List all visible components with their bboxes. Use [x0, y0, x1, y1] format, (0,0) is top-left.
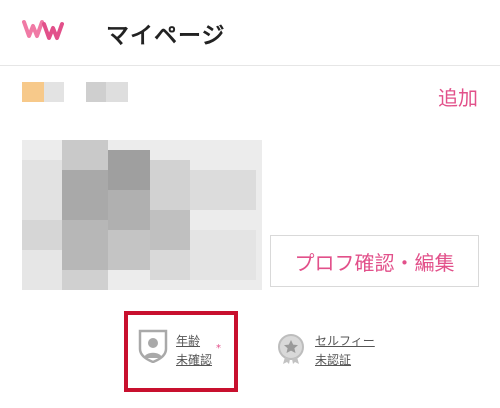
mosaic-cell [62, 140, 108, 170]
mosaic-cell [22, 82, 44, 102]
mosaic-cell [22, 220, 62, 250]
mosaic-cell [108, 230, 150, 270]
mosaic-cell [106, 82, 128, 102]
age-verification-status[interactable]: 未確認 [176, 351, 212, 368]
mosaic-cell [62, 270, 108, 290]
age-verification-link[interactable]: 年齢 [176, 332, 200, 349]
header-bar: マイページ [0, 0, 500, 66]
profile-edit-button[interactable]: プロフ確認・編集 [270, 235, 479, 287]
mosaic-cell [44, 82, 64, 102]
mosaic-cell [190, 170, 256, 210]
required-mark: * [216, 343, 221, 354]
profile-edit-label: プロフ確認・編集 [294, 250, 455, 275]
mosaic-cell [150, 250, 190, 280]
mosaic-cell [62, 170, 108, 220]
ww-logo-icon[interactable] [22, 18, 64, 42]
mosaic-cell [22, 160, 62, 220]
mosaic-cell [150, 210, 190, 250]
mosaic-cell [86, 82, 106, 102]
add-button[interactable]: 追加 [438, 82, 478, 111]
mosaic-cell [150, 160, 190, 210]
shield-user-icon[interactable] [138, 329, 168, 363]
medal-star-icon[interactable] [276, 333, 306, 365]
mosaic-cell [62, 220, 108, 270]
page-title: マイページ [106, 23, 226, 49]
mosaic-cell [22, 250, 62, 290]
mosaic-cell [108, 190, 150, 230]
mosaic-cell [108, 150, 150, 190]
selfie-verification-status[interactable]: 未認証 [315, 351, 351, 368]
mosaic-cell [190, 230, 256, 280]
selfie-verification-link[interactable]: セルフィー [315, 332, 375, 349]
